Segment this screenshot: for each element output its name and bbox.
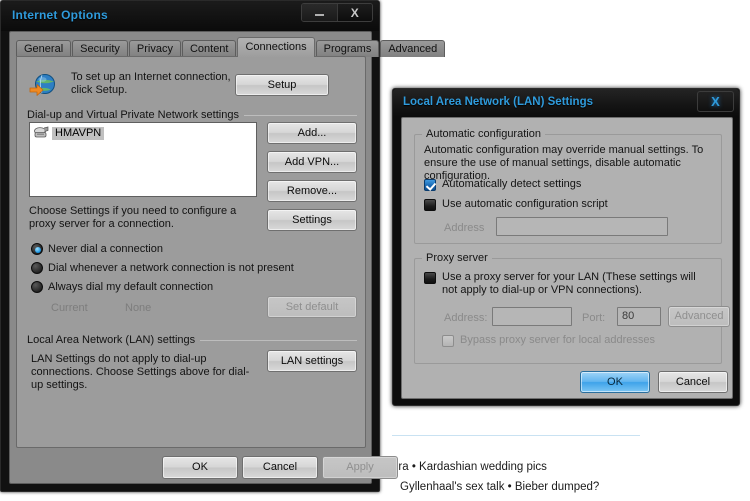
internet-options-body: General Security Privacy Content Connect… <box>9 31 446 484</box>
internet-connection-icon <box>29 71 57 99</box>
proxy-address-label: Address: <box>444 312 488 324</box>
cancel-button[interactable]: Cancel <box>242 456 318 479</box>
radio-icon-checked <box>31 243 43 255</box>
lan-ok-button[interactable]: OK <box>580 371 650 393</box>
automatic-configuration-group-label: Automatic configuration <box>422 128 545 140</box>
checkbox-use-automatic-configuration-script[interactable]: Use automatic configuration script <box>424 198 608 211</box>
apply-button[interactable]: Apply <box>322 456 398 479</box>
set-default-button[interactable]: Set default <box>267 296 357 318</box>
minimize-button[interactable] <box>302 4 338 21</box>
close-icon: X <box>711 94 720 109</box>
internet-options-title: Internet Options <box>12 8 108 22</box>
ok-button[interactable]: OK <box>162 456 238 479</box>
advanced-button[interactable]: Advanced <box>668 306 730 327</box>
auto-config-address-label: Address <box>444 222 485 234</box>
checkbox-icon <box>442 335 454 347</box>
checkbox-bypass-proxy-local[interactable]: Bypass proxy server for local addresses <box>442 334 655 347</box>
background-headline-1: ora • Kardashian wedding pics <box>392 461 547 473</box>
tab-connections[interactable]: Connections <box>237 37 315 57</box>
proxy-hint-text: Choose Settings if you need to configure… <box>29 205 237 230</box>
proxy-port-label: Port: <box>582 312 606 324</box>
radio-label: Always dial my default connection <box>48 281 214 293</box>
checkbox-use-proxy-server[interactable]: Use a proxy server for your LAN (These s… <box>424 271 712 297</box>
internet-options-window: Internet Options X General Security Priv… <box>0 0 446 492</box>
remove-button[interactable]: Remove... <box>267 180 357 202</box>
setup-description: To set up an Internet connection, click … <box>71 71 231 96</box>
checkbox-icon <box>424 272 436 284</box>
lan-settings-titlebar[interactable]: Local Area Network (LAN) Settings X <box>393 89 739 117</box>
proxy-server-group-label: Proxy server <box>422 252 492 264</box>
radio-label: Dial whenever a network connection is no… <box>48 262 294 274</box>
add-vpn-button[interactable]: Add VPN... <box>267 151 357 173</box>
lan-group-label: Local Area Network (LAN) settings <box>27 334 201 346</box>
radio-dial-when-no-network[interactable]: Dial whenever a network connection is no… <box>31 262 294 274</box>
background-divider <box>392 435 640 436</box>
connections-tab-panel: To set up an Internet connection, click … <box>16 56 366 448</box>
lan-settings-button[interactable]: LAN settings <box>267 350 357 372</box>
setup-button[interactable]: Setup <box>235 74 329 96</box>
radio-icon <box>31 262 43 274</box>
current-connection-value: None <box>125 302 152 314</box>
tab-advanced[interactable]: Advanced <box>380 40 446 57</box>
tab-programs[interactable]: Programs <box>315 40 380 57</box>
minimize-icon <box>314 14 324 16</box>
checkbox-automatically-detect-settings[interactable]: Automatically detect settings <box>424 178 581 191</box>
current-connection-label: Current <box>51 302 88 314</box>
list-item[interactable]: HMAVPN <box>33 126 105 140</box>
checkbox-label: Automatically detect settings <box>442 178 582 190</box>
internet-options-titlebar[interactable]: Internet Options X <box>1 1 379 31</box>
radio-label: Never dial a connection <box>48 243 163 255</box>
tab-general[interactable]: General <box>16 40 72 57</box>
tab-content[interactable]: Content <box>181 40 237 57</box>
checkbox-icon-checked <box>424 179 436 191</box>
tab-security[interactable]: Security <box>72 40 128 57</box>
checkbox-label: Use automatic configuration script <box>442 198 608 210</box>
list-item-label: HMAVPN <box>52 126 105 140</box>
screen-root: ora • Kardashian wedding pics Gyllenhaal… <box>0 0 750 501</box>
proxy-address-input[interactable] <box>492 307 572 326</box>
tab-strip: General Security Privacy Content Connect… <box>16 37 446 57</box>
close-icon: X <box>350 5 359 20</box>
checkbox-label: Use a proxy server for your LAN (These s… <box>442 271 696 296</box>
proxy-port-input[interactable]: 80 <box>617 307 661 326</box>
close-button[interactable]: X <box>337 4 372 21</box>
checkbox-icon <box>424 199 436 211</box>
window-controls: X <box>301 3 373 22</box>
lan-settings-body: Automatic configuration Automatic config… <box>401 117 733 399</box>
radio-never-dial[interactable]: Never dial a connection <box>31 243 163 255</box>
connections-listbox[interactable]: HMAVPN <box>29 122 257 197</box>
radio-always-dial-default[interactable]: Always dial my default connection <box>31 281 213 293</box>
lan-settings-title: Local Area Network (LAN) Settings <box>403 96 593 108</box>
auto-config-address-input[interactable] <box>496 217 668 236</box>
lan-settings-window: Local Area Network (LAN) Settings X Auto… <box>392 88 740 406</box>
background-headline-2: Gyllenhaal's sex talk • Bieber dumped? <box>400 481 600 493</box>
checkbox-label: Bypass proxy server for local addresses <box>460 334 656 346</box>
settings-button[interactable]: Settings <box>267 209 357 231</box>
dialup-group-label: Dial-up and Virtual Private Network sett… <box>27 109 244 121</box>
vpn-connection-icon <box>33 126 49 140</box>
lan-description: LAN Settings do not apply to dial-up con… <box>31 353 250 391</box>
tab-privacy[interactable]: Privacy <box>128 40 181 57</box>
radio-icon <box>31 281 43 293</box>
lan-cancel-button[interactable]: Cancel <box>658 371 728 393</box>
lan-close-button[interactable]: X <box>697 91 734 112</box>
add-button[interactable]: Add... <box>267 122 357 144</box>
